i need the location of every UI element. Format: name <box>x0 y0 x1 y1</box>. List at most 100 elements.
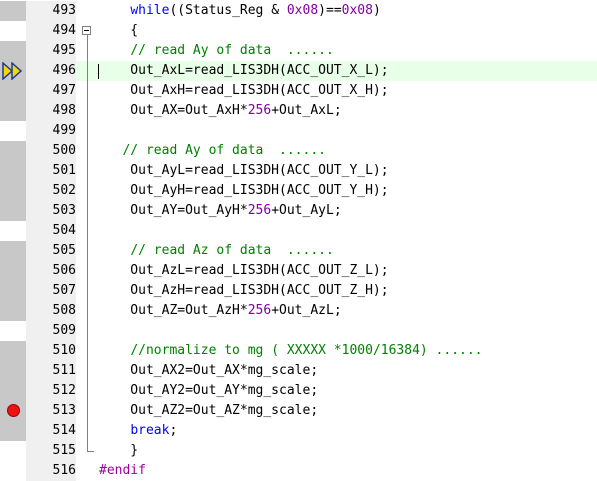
breakpoint-gutter[interactable] <box>0 241 26 261</box>
code-token: ; <box>169 423 178 438</box>
code-token-num: 0x08 <box>341 3 373 18</box>
line-number: 499 <box>26 121 76 141</box>
code-text[interactable]: Out_AxH=read_LIS3DH(ACC_OUT_X_H); <box>99 81 389 101</box>
code-token-cmt: // read Ay of data ...... <box>130 43 334 58</box>
code-token: )== <box>318 3 342 18</box>
line-number: 496 <box>26 61 76 81</box>
code-text[interactable]: Out_AY=Out_AyH*256+Out_AyL; <box>99 201 341 221</box>
code-line[interactable]: 497 Out_AxH=read_LIS3DH(ACC_OUT_X_H); <box>0 81 597 101</box>
line-number: 516 <box>26 461 76 481</box>
breakpoint-icon[interactable] <box>7 404 20 417</box>
code-text[interactable]: #endif <box>99 461 146 481</box>
breakpoint-gutter[interactable] <box>0 201 26 221</box>
breakpoint-gutter[interactable] <box>0 101 26 121</box>
code-token: Out_AyH=read_LIS3DH(ACC_OUT_Y_H); <box>99 183 389 198</box>
breakpoint-gutter[interactable] <box>0 81 26 101</box>
breakpoint-gutter[interactable] <box>0 381 26 401</box>
line-number: 507 <box>26 281 76 301</box>
code-line[interactable]: 493 while((Status_Reg & 0x08)==0x08) <box>0 1 597 21</box>
breakpoint-gutter[interactable] <box>0 441 26 461</box>
code-line[interactable]: 507 Out_AzH=read_LIS3DH(ACC_OUT_Z_H); <box>0 281 597 301</box>
breakpoint-gutter[interactable] <box>0 421 26 441</box>
code-text[interactable]: // read Ay of data ...... <box>99 41 334 61</box>
breakpoint-gutter[interactable] <box>0 221 26 241</box>
code-token: Out_AxH=read_LIS3DH(ACC_OUT_X_H); <box>99 83 389 98</box>
breakpoint-gutter[interactable] <box>0 141 26 161</box>
code-line[interactable]: 504 <box>0 221 597 241</box>
code-text[interactable]: // read Ay of data ...... <box>99 141 326 161</box>
code-editor[interactable]: 493 while((Status_Reg & 0x08)==0x08) 494 … <box>0 0 597 481</box>
code-text[interactable]: Out_AxL=read_LIS3DH(ACC_OUT_X_L); <box>99 61 388 81</box>
code-line[interactable]: 505 // read Az of data ...... <box>0 241 597 261</box>
breakpoint-gutter[interactable] <box>0 341 26 361</box>
code-line[interactable]: 508 Out_AZ=Out_AzH*256+Out_AzL; <box>0 301 597 321</box>
line-number: 509 <box>26 321 76 341</box>
line-number: 497 <box>26 81 76 101</box>
code-token: Out_AY=Out_AyH* <box>99 203 248 218</box>
breakpoint-gutter[interactable] <box>0 41 26 61</box>
breakpoint-gutter[interactable] <box>0 361 26 381</box>
code-text[interactable]: Out_AZ=Out_AzH*256+Out_AzL; <box>99 301 341 321</box>
line-number: 515 <box>26 441 76 461</box>
breakpoint-gutter[interactable] <box>0 461 26 481</box>
code-text[interactable]: while((Status_Reg & 0x08)==0x08) <box>99 1 380 21</box>
code-token: Out_AZ2=Out_AZ*mg_scale; <box>99 403 319 418</box>
code-text[interactable]: break; <box>99 421 177 441</box>
code-text[interactable]: Out_AyH=read_LIS3DH(ACC_OUT_Y_H); <box>99 181 389 201</box>
code-text[interactable]: Out_AY2=Out_AY*mg_scale; <box>99 381 318 401</box>
breakpoint-gutter[interactable] <box>0 121 26 141</box>
code-token-num: 256 <box>247 203 272 218</box>
code-text[interactable]: Out_AZ2=Out_AZ*mg_scale; <box>99 401 318 421</box>
breakpoint-gutter[interactable] <box>0 61 26 81</box>
code-line[interactable]: 509 <box>0 321 597 341</box>
breakpoint-gutter[interactable] <box>0 21 26 41</box>
breakpoint-gutter[interactable] <box>0 281 26 301</box>
code-token: Out_AzL=read_LIS3DH(ACC_OUT_Z_L); <box>99 263 389 278</box>
code-line[interactable]: 512 Out_AY2=Out_AY*mg_scale; <box>0 381 597 401</box>
code-text[interactable]: Out_AX=Out_AxH*256+Out_AxL; <box>99 101 341 121</box>
code-token-pp: #endif <box>99 463 146 478</box>
line-number: 493 <box>26 1 76 21</box>
code-line[interactable]: 511 Out_AX2=Out_AX*mg_scale; <box>0 361 597 381</box>
breakpoint-gutter[interactable] <box>0 1 26 21</box>
breakpoint-gutter[interactable] <box>0 181 26 201</box>
code-token: ((Status_Reg & <box>169 3 287 18</box>
code-text[interactable]: //normalize to mg ( XXXXX *1000/16384) .… <box>99 341 482 361</box>
code-line[interactable]: 513 Out_AZ2=Out_AZ*mg_scale; <box>0 401 597 421</box>
code-text[interactable]: } <box>99 441 138 461</box>
code-line[interactable]: 495 // read Ay of data ...... <box>0 41 597 61</box>
code-line[interactable]: 516 #endif <box>0 461 597 481</box>
code-line[interactable]: 499 <box>0 121 597 141</box>
code-line[interactable]: 501 Out_AyL=read_LIS3DH(ACC_OUT_Y_L); <box>0 161 597 181</box>
code-line[interactable]: 510 //normalize to mg ( XXXXX *1000/1638… <box>0 341 597 361</box>
code-line[interactable]: 503 Out_AY=Out_AyH*256+Out_AyL; <box>0 201 597 221</box>
code-line[interactable]: 500 // read Ay of data ...... <box>0 141 597 161</box>
code-text[interactable]: Out_AyL=read_LIS3DH(ACC_OUT_Y_L); <box>99 161 389 181</box>
breakpoint-gutter[interactable] <box>0 161 26 181</box>
code-token: Out_AzH=read_LIS3DH(ACC_OUT_Z_H); <box>99 283 389 298</box>
execution-arrow-icon <box>2 62 23 80</box>
code-token-num: 256 <box>247 103 272 118</box>
code-text[interactable]: { <box>99 21 138 41</box>
breakpoint-gutter[interactable] <box>0 401 26 421</box>
code-text[interactable]: // read Az of data ...... <box>99 241 334 261</box>
code-line[interactable]: 506 Out_AzL=read_LIS3DH(ACC_OUT_Z_L); <box>0 261 597 281</box>
breakpoint-gutter[interactable] <box>0 321 26 341</box>
code-line[interactable]: 498 Out_AX=Out_AxH*256+Out_AxL; <box>0 101 597 121</box>
code-text[interactable]: Out_AX2=Out_AX*mg_scale; <box>99 361 318 381</box>
code-token-cmt: // read Az of data ...... <box>130 243 334 258</box>
breakpoint-gutter[interactable] <box>0 261 26 281</box>
fold-collapse-icon[interactable] <box>82 26 91 35</box>
code-line[interactable]: 514 break; <box>0 421 597 441</box>
code-line[interactable]: 502 Out_AyH=read_LIS3DH(ACC_OUT_Y_H); <box>0 181 597 201</box>
code-line[interactable]: 496 Out_AxL=read_LIS3DH(ACC_OUT_X_L); <box>0 61 597 81</box>
code-token: Out_AX=Out_AxH* <box>99 103 248 118</box>
breakpoint-gutter[interactable] <box>0 301 26 321</box>
code-text[interactable]: Out_AzL=read_LIS3DH(ACC_OUT_Z_L); <box>99 261 389 281</box>
code-token: Out_AyL=read_LIS3DH(ACC_OUT_Y_L); <box>99 163 389 178</box>
code-text[interactable]: Out_AzH=read_LIS3DH(ACC_OUT_Z_H); <box>99 281 389 301</box>
line-number: 510 <box>26 341 76 361</box>
